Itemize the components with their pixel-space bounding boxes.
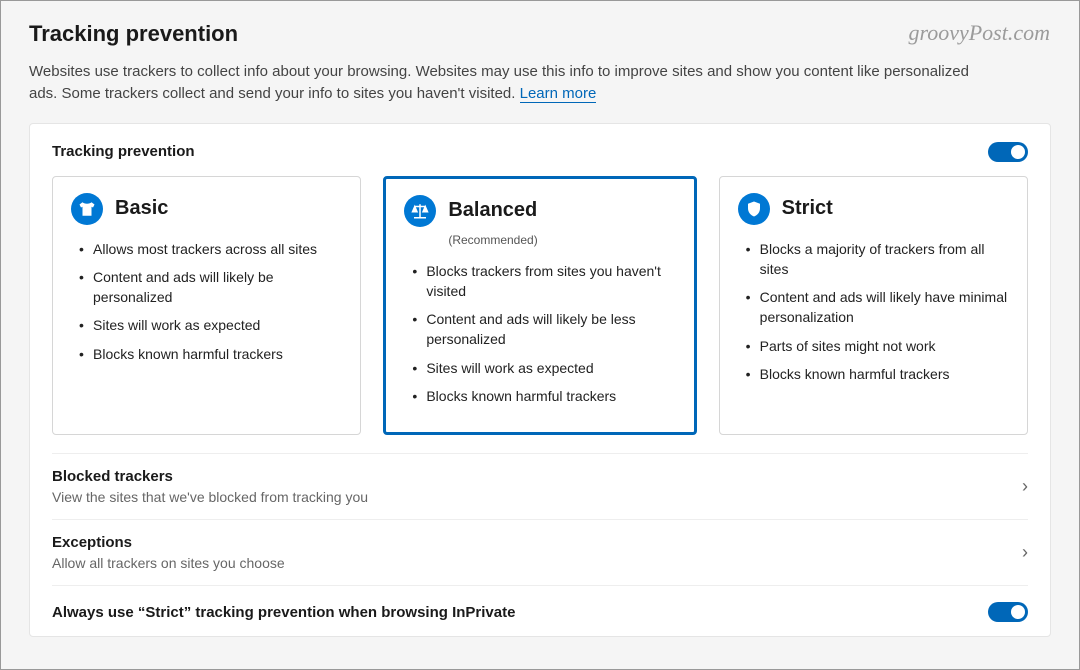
learn-more-link[interactable]: Learn more (520, 85, 597, 103)
list-item: Content and ads will likely be personali… (79, 267, 342, 308)
panel-header: Tracking prevention (52, 142, 1028, 162)
list-item: Blocks known harmful trackers (79, 344, 342, 364)
list-item: Blocks a majority of trackers from all s… (746, 239, 1009, 280)
card-basic-header: Basic (71, 193, 342, 225)
list-item: Blocks known harmful trackers (746, 364, 1009, 384)
row-inprivate-strict: Always use “Strict” tracking prevention … (52, 585, 1028, 636)
row-exceptions-desc: Allow all trackers on sites you choose (52, 555, 285, 571)
card-basic[interactable]: Basic Allows most trackers across all si… (52, 176, 361, 436)
page-description: Websites use trackers to collect info ab… (29, 61, 979, 105)
list-item: Parts of sites might not work (746, 336, 1009, 356)
watermark: groovyPost.com (908, 20, 1050, 46)
card-basic-bullets: Allows most trackers across all sites Co… (71, 239, 342, 364)
tracking-prevention-toggle[interactable] (988, 142, 1028, 162)
card-strict[interactable]: Strict Blocks a majority of trackers fro… (719, 176, 1028, 436)
list-item: Content and ads will likely be less pers… (412, 309, 675, 350)
page-title: Tracking prevention (29, 21, 1051, 47)
card-strict-title: Strict (782, 197, 833, 220)
list-item: Sites will work as expected (79, 315, 342, 335)
inprivate-strict-toggle[interactable] (988, 602, 1028, 622)
card-basic-title: Basic (115, 197, 168, 220)
list-item: Allows most trackers across all sites (79, 239, 342, 259)
card-balanced-bullets: Blocks trackers from sites you haven't v… (404, 261, 675, 407)
shield-icon (738, 193, 770, 225)
list-item: Blocks known harmful trackers (412, 386, 675, 406)
card-balanced-title: Balanced (448, 199, 537, 222)
scale-icon (404, 195, 436, 227)
row-blocked-desc: View the sites that we've blocked from t… (52, 489, 368, 505)
chevron-right-icon: › (1022, 542, 1028, 563)
tshirt-icon (71, 193, 103, 225)
prevention-level-cards: Basic Allows most trackers across all si… (52, 176, 1028, 436)
row-inprivate-title: Always use “Strict” tracking prevention … (52, 604, 515, 621)
panel-header-title: Tracking prevention (52, 143, 195, 160)
chevron-right-icon: › (1022, 476, 1028, 497)
tracking-prevention-panel: Tracking prevention Basic Allows most tr… (29, 123, 1051, 638)
row-blocked-trackers[interactable]: Blocked trackers View the sites that we'… (52, 453, 1028, 519)
card-strict-bullets: Blocks a majority of trackers from all s… (738, 239, 1009, 385)
card-strict-header: Strict (738, 193, 1009, 225)
list-item: Content and ads will likely have minimal… (746, 287, 1009, 328)
card-balanced-subtitle: (Recommended) (448, 233, 675, 247)
row-exceptions[interactable]: Exceptions Allow all trackers on sites y… (52, 519, 1028, 585)
list-item: Sites will work as expected (412, 358, 675, 378)
page-description-text: Websites use trackers to collect info ab… (29, 63, 969, 102)
row-exceptions-title: Exceptions (52, 534, 285, 551)
list-item: Blocks trackers from sites you haven't v… (412, 261, 675, 302)
card-balanced-header: Balanced (404, 195, 675, 227)
row-blocked-title: Blocked trackers (52, 468, 368, 485)
card-balanced[interactable]: Balanced (Recommended) Blocks trackers f… (383, 176, 696, 436)
